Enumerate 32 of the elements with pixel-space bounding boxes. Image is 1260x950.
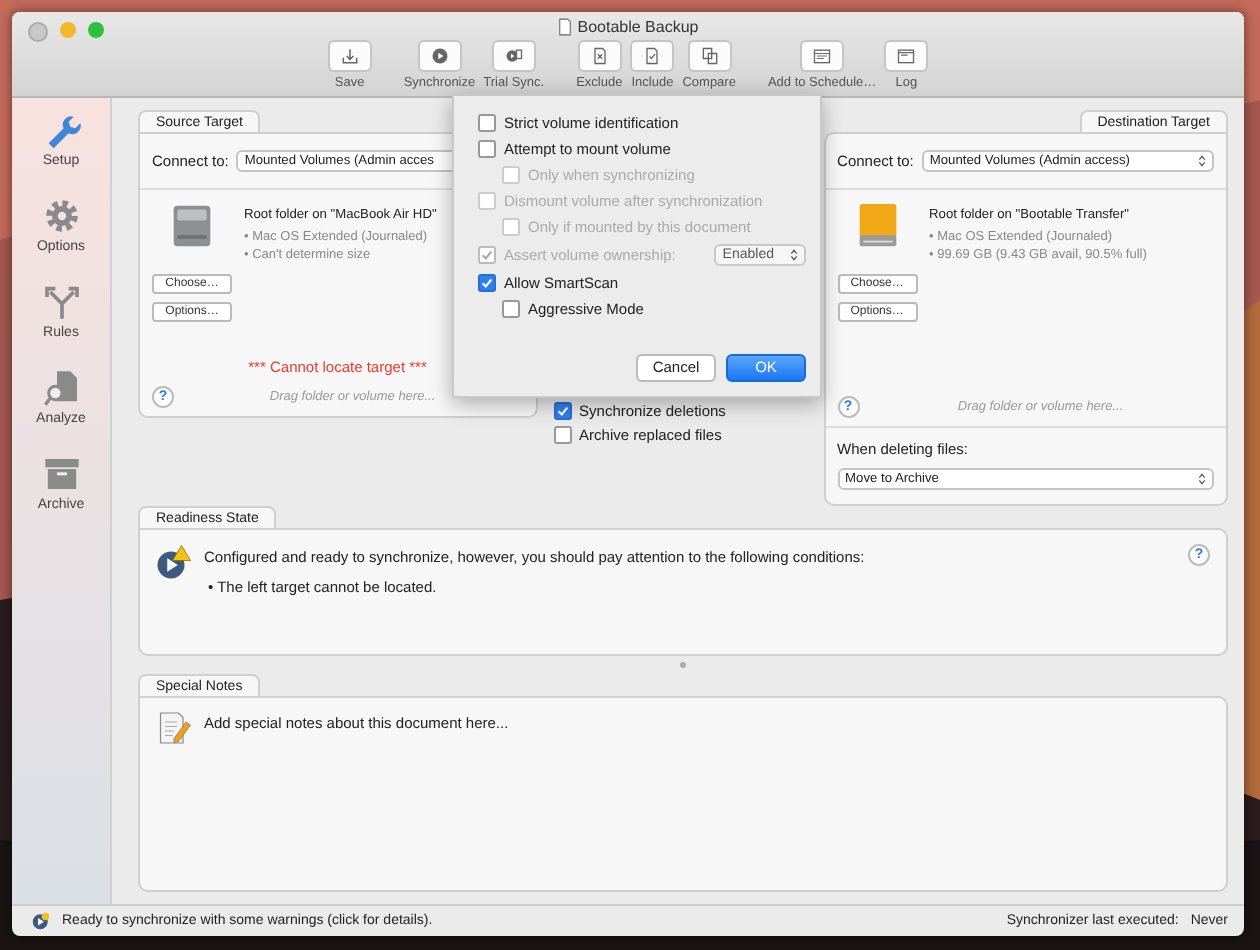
stepper-arrows-icon	[790, 248, 798, 262]
archive-box-icon	[41, 454, 81, 494]
exclude-icon	[589, 46, 610, 66]
checkbox[interactable]	[502, 300, 520, 318]
document-magnifier-icon	[41, 368, 81, 408]
checkbox[interactable]	[553, 402, 572, 420]
play-icon	[429, 46, 450, 66]
play-warning-icon	[32, 911, 50, 929]
document-pencil-icon	[156, 710, 192, 746]
log-icon	[896, 46, 917, 66]
document-icon	[557, 18, 572, 36]
include-icon	[642, 46, 663, 66]
zoom-button[interactable]	[88, 22, 104, 38]
hard-drive-icon	[170, 202, 214, 250]
splitter-handle[interactable]	[680, 662, 686, 668]
checkbox[interactable]	[478, 274, 496, 292]
external-drive-icon	[855, 202, 900, 250]
checkbox[interactable]	[553, 426, 572, 444]
stepper-arrows-icon	[1198, 154, 1206, 168]
compare-icon	[699, 46, 720, 66]
save-icon	[339, 46, 360, 66]
play-warning-icon	[156, 544, 192, 580]
checkbox[interactable]	[478, 114, 496, 132]
minimize-button[interactable]	[60, 22, 76, 38]
stepper-arrows-icon	[1198, 472, 1206, 486]
gear-icon	[41, 196, 81, 236]
schedule-icon	[812, 46, 833, 66]
fork-arrows-icon	[41, 282, 81, 322]
close-button[interactable]	[28, 22, 48, 42]
window-title: Bootable Backup	[577, 18, 699, 36]
checkbox[interactable]	[478, 140, 496, 158]
trial-icon	[503, 46, 524, 66]
